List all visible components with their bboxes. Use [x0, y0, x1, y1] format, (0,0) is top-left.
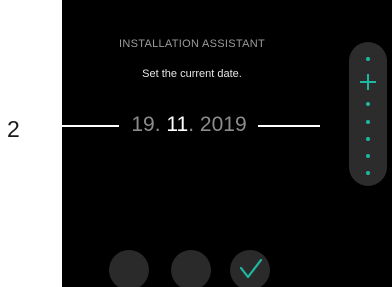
- date-separator: .: [154, 113, 161, 136]
- instruction-text: Set the current date.: [142, 68, 242, 80]
- date-line-left: [62, 125, 119, 127]
- dot-icon: [366, 171, 370, 175]
- dot-icon: [366, 154, 370, 158]
- dot-icon: [366, 137, 370, 141]
- plus-icon[interactable]: [360, 74, 376, 90]
- date-input-row: 19. 11. 2019: [62, 110, 324, 140]
- device-screen: INSTALLATION ASSISTANT Set the current d…: [62, 0, 392, 287]
- date-display: 19. 11. 2019: [122, 110, 256, 140]
- dot-icon: [366, 120, 370, 124]
- dot-icon: [366, 102, 370, 106]
- date-month-field[interactable]: 11: [166, 113, 188, 136]
- assistant-title: INSTALLATION ASSISTANT: [119, 38, 265, 50]
- date-separator: .: [188, 113, 195, 136]
- confirm-button[interactable]: [230, 250, 270, 287]
- date-line-right: [258, 125, 320, 127]
- scroll-panel[interactable]: [349, 42, 387, 186]
- dot-icon: [366, 57, 370, 61]
- middle-softkey[interactable]: [171, 250, 211, 287]
- date-day-field[interactable]: 19: [131, 113, 154, 136]
- left-softkey[interactable]: [109, 250, 149, 287]
- step-number: 2: [7, 116, 20, 142]
- check-icon: [239, 258, 263, 279]
- date-year-field[interactable]: 2019: [200, 113, 247, 136]
